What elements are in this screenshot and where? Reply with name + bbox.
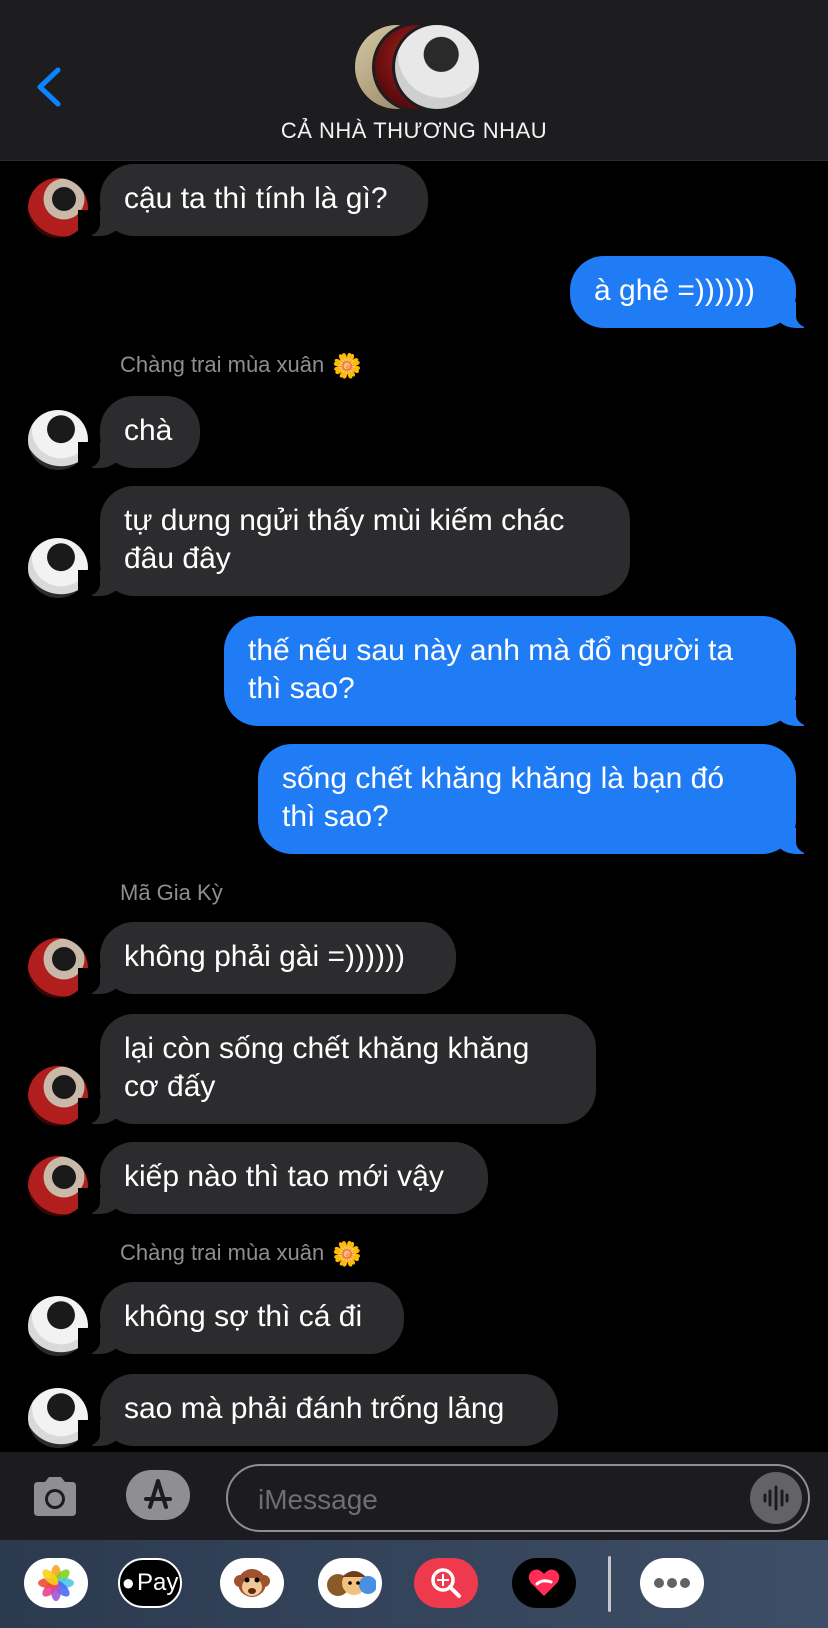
group-avatar[interactable] xyxy=(352,22,482,112)
microphone-icon xyxy=(763,1485,789,1511)
camera-button[interactable] xyxy=(30,1474,80,1518)
photos-app[interactable] xyxy=(24,1558,88,1608)
search-images-icon xyxy=(431,1568,461,1598)
incoming-message[interactable]: chà xyxy=(78,396,200,468)
more-apps-button[interactable] xyxy=(640,1558,704,1608)
back-button[interactable] xyxy=(30,62,70,112)
flower-icon: 🌼 xyxy=(332,353,363,380)
apple-pay-icon: ● xyxy=(121,1570,135,1595)
chevron-left-icon xyxy=(37,67,61,107)
incoming-message[interactable]: tự dưng ngửi thấy mùi kiếm chác đâu đây xyxy=(78,486,630,596)
camera-icon xyxy=(34,1477,76,1516)
app-drawer: ● Pay xyxy=(0,1540,828,1628)
audio-message-button[interactable] xyxy=(750,1472,802,1524)
conversation-header: CẢ NHÀ THƯƠNG NHAU xyxy=(0,0,828,161)
incoming-message[interactable]: cậu ta thì tính là gì? xyxy=(78,164,428,236)
digital-touch-app[interactable] xyxy=(512,1558,576,1608)
incoming-message[interactable]: lại còn sống chết khăng khăng cơ đấy xyxy=(78,1014,596,1124)
outgoing-message[interactable]: thế nếu sau này anh mà đổ người ta thì s… xyxy=(224,616,818,726)
conversation-title[interactable]: CẢ NHÀ THƯƠNG NHAU xyxy=(0,118,828,144)
outgoing-message[interactable]: sống chết khăng khăng là bạn đó thì sao? xyxy=(258,744,818,854)
compose-bar: iMessage xyxy=(0,1452,828,1540)
photos-icon xyxy=(38,1565,74,1601)
message-input[interactable]: iMessage xyxy=(226,1464,810,1532)
memoji-icon xyxy=(327,1571,376,1596)
animoji-app[interactable] xyxy=(220,1558,284,1608)
digital-touch-icon xyxy=(528,1569,560,1596)
images-search-app[interactable] xyxy=(414,1558,478,1608)
incoming-message[interactable]: kiếp nào thì tao mới vậy xyxy=(78,1142,488,1214)
memoji-app[interactable] xyxy=(318,1558,382,1608)
app-store-icon xyxy=(144,1479,172,1509)
sender-name: Mã Gia Kỳ xyxy=(120,880,223,905)
outgoing-message[interactable]: à ghê =)))))) xyxy=(570,256,818,328)
incoming-message[interactable]: không phải gài =)))))) xyxy=(78,922,456,994)
more-icon xyxy=(654,1578,690,1588)
sender-name: Chàng trai mùa xuân 🌼 xyxy=(120,352,363,380)
apple-pay-app[interactable]: ● Pay xyxy=(118,1558,182,1608)
incoming-message[interactable]: sao mà phải đánh trống lảng xyxy=(78,1374,558,1446)
avatar xyxy=(392,22,482,112)
incoming-message[interactable]: không sợ thì cá đi xyxy=(78,1282,404,1354)
app-store-button[interactable] xyxy=(126,1470,190,1520)
flower-icon: 🌼 xyxy=(332,1241,363,1268)
sender-name: Chàng trai mùa xuân 🌼 xyxy=(120,1240,363,1268)
monkey-icon xyxy=(234,1569,270,1597)
drawer-divider xyxy=(608,1556,611,1612)
